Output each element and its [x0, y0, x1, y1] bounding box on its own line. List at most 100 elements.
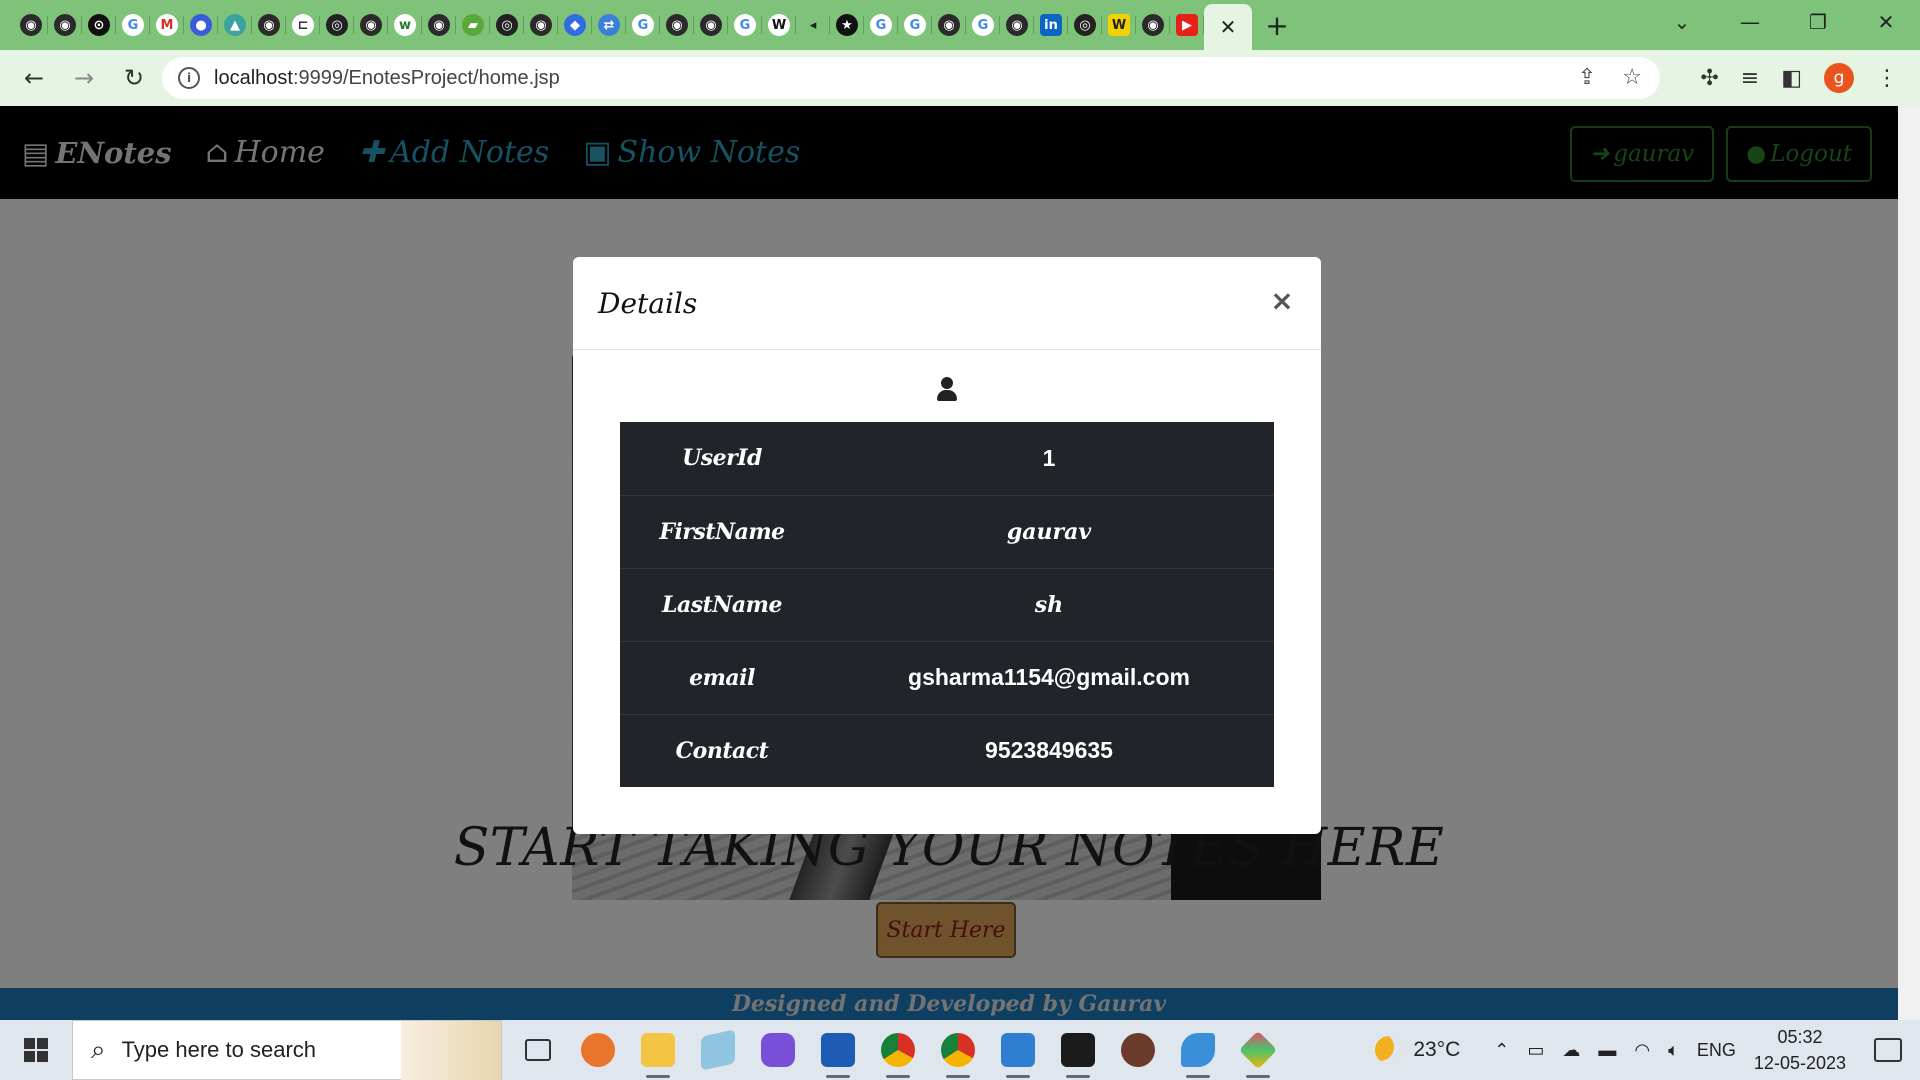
notifications-icon[interactable]	[1874, 1038, 1902, 1062]
wifi-icon[interactable]: ◠	[1634, 1040, 1650, 1061]
restore-icon[interactable]: ❐	[1784, 0, 1852, 44]
tab-close-icon[interactable]: ✕	[1220, 15, 1237, 39]
globe-icon[interactable]: ◉	[1000, 0, 1034, 50]
details-table: UserId 1 FirstName gaurav LastName sh em…	[620, 422, 1274, 787]
window-close-icon[interactable]: ✕	[1852, 0, 1920, 44]
tray-chevron-icon[interactable]: ⌃	[1494, 1040, 1509, 1061]
start-button[interactable]	[0, 1020, 72, 1080]
google-icon[interactable]: G	[626, 0, 660, 50]
modal-close-button[interactable]: ×	[1265, 283, 1299, 317]
notepad-icon[interactable]	[688, 1020, 748, 1080]
cloud-sync-icon[interactable]: ☁	[1562, 1040, 1580, 1061]
table-row: UserId 1	[620, 422, 1274, 495]
photos-icon[interactable]	[988, 1020, 1048, 1080]
row-key: FirstName	[620, 494, 824, 568]
row-key: LastName	[620, 567, 824, 641]
clock[interactable]: 05:32 12-05-2023	[1754, 1024, 1846, 1076]
bracket-icon[interactable]: ⊏	[286, 0, 320, 50]
language-indicator[interactable]: ENG	[1697, 1040, 1736, 1061]
page-scrollbar[interactable]	[1898, 106, 1920, 1020]
discord-icon[interactable]	[568, 1020, 628, 1080]
browser-toolbar: ← → ↻ i localhost:9999/EnotesProject/hom…	[0, 50, 1920, 106]
address-bar[interactable]: i localhost:9999/EnotesProject/home.jsp …	[162, 57, 1660, 99]
minimize-icon[interactable]: —	[1716, 0, 1784, 44]
triangle-icon[interactable]: ▲	[218, 0, 252, 50]
table-row: email gsharma1154@gmail.com	[620, 640, 1274, 714]
row-value: gsharma1154@gmail.com	[824, 640, 1274, 714]
reload-icon[interactable]: ↻	[114, 58, 154, 98]
globe-icon[interactable]: ◉	[1136, 0, 1170, 50]
github-icon[interactable]: ◎	[490, 0, 524, 50]
extensions-puzzle-icon[interactable]: ✣	[1700, 66, 1718, 91]
google-icon[interactable]: G	[898, 0, 932, 50]
chrome-profile-icon[interactable]	[928, 1020, 988, 1080]
url-text[interactable]: localhost:9999/EnotesProject/home.jsp	[214, 67, 560, 90]
tab-search-chevron-icon[interactable]: ⌄	[1648, 0, 1716, 44]
game-icon[interactable]	[1108, 1020, 1168, 1080]
google-icon[interactable]: G	[728, 0, 762, 50]
github-icon[interactable]: ◎	[320, 0, 354, 50]
moon-icon	[1375, 1036, 1404, 1064]
translate-icon[interactable]: ⇄	[592, 0, 626, 50]
globe-icon[interactable]: ◉	[252, 0, 286, 50]
github-alt-icon[interactable]: ⊙	[82, 0, 116, 50]
volume-icon[interactable]: 🔈︎	[1668, 1040, 1679, 1061]
weather-widget[interactable]: 23°C	[1375, 1036, 1460, 1064]
word-icon[interactable]	[808, 1020, 868, 1080]
dolphin-app-icon[interactable]	[1168, 1020, 1228, 1080]
table-row: LastName sh	[620, 567, 1274, 641]
globe-icon[interactable]: ◉	[422, 0, 456, 50]
media-queue-icon[interactable]: ≡	[1741, 66, 1759, 91]
github-icon[interactable]: ◎	[1068, 0, 1102, 50]
file-explorer-icon[interactable]	[628, 1020, 688, 1080]
globe-icon[interactable]: ◉	[48, 0, 82, 50]
active-tab[interactable]: ✕	[1204, 4, 1252, 50]
chrome-icon[interactable]	[868, 1020, 928, 1080]
w-yellow-icon[interactable]: W	[1102, 0, 1136, 50]
blue-app-icon[interactable]: ●	[184, 0, 218, 50]
new-tab-button[interactable]: +	[1252, 0, 1302, 50]
copilot-icon[interactable]	[748, 1020, 808, 1080]
google-icon[interactable]: G	[116, 0, 150, 50]
bookmark-star-icon[interactable]: ☆	[1622, 65, 1642, 90]
globe-icon[interactable]: ◉	[660, 0, 694, 50]
taskbar-search[interactable]: ⌕ Type here to search	[72, 1020, 502, 1080]
star-icon[interactable]: ★	[830, 0, 864, 50]
wikipedia-w-icon[interactable]: W	[762, 0, 796, 50]
side-panel-icon[interactable]: ◧	[1781, 66, 1802, 91]
google-icon[interactable]: G	[966, 0, 1000, 50]
forward-arrow-icon[interactable]: →	[64, 58, 104, 98]
word-w-icon[interactable]: w	[388, 0, 422, 50]
web-page: ▤ ENotes ⌂ Home ✚ Add Notes ▣ Show Notes…	[0, 106, 1898, 1020]
git-app-icon[interactable]	[1228, 1020, 1288, 1080]
globe-icon[interactable]: ◉	[932, 0, 966, 50]
google-icon[interactable]: G	[864, 0, 898, 50]
diamond-icon[interactable]: ◆	[558, 0, 592, 50]
system-tray: 23°C ⌃ ▭ ☁ ▬ ◠ 🔈︎ ENG 05:32 12-05-2023	[1375, 1020, 1920, 1080]
globe-icon[interactable]: ◉	[354, 0, 388, 50]
globe-icon[interactable]: ◉	[524, 0, 558, 50]
terminal-icon[interactable]	[1048, 1020, 1108, 1080]
gmail-icon[interactable]: M	[150, 0, 184, 50]
site-info-icon[interactable]: i	[178, 67, 200, 89]
globe-icon[interactable]: ◉	[14, 0, 48, 50]
battery-icon[interactable]: ▬	[1598, 1040, 1616, 1061]
windows-logo-icon	[24, 1038, 48, 1062]
leaf-icon[interactable]: ▰	[456, 0, 490, 50]
globe-icon[interactable]: ◉	[694, 0, 728, 50]
back-arrow-icon[interactable]: ←	[14, 58, 54, 98]
meet-now-icon[interactable]: ▭	[1527, 1040, 1544, 1061]
row-value: 1	[1042, 444, 1056, 471]
row-value: 9523849635	[824, 713, 1274, 787]
profile-avatar[interactable]: g	[1824, 63, 1854, 93]
task-view-icon[interactable]	[508, 1020, 568, 1080]
url-path: :9999/EnotesProject/home.jsp	[292, 66, 560, 89]
browser-menu-icon[interactable]: ⋮	[1876, 66, 1898, 91]
youtube-icon[interactable]: ▶	[1170, 0, 1204, 50]
clock-date: 12-05-2023	[1753, 1053, 1846, 1073]
speaker-icon[interactable]: ◂	[796, 0, 830, 50]
table-row: FirstName gaurav	[620, 494, 1274, 568]
temperature: 23°C	[1413, 1038, 1461, 1061]
linkedin-icon[interactable]: in	[1034, 0, 1068, 50]
share-icon[interactable]: ⇪	[1578, 65, 1596, 90]
